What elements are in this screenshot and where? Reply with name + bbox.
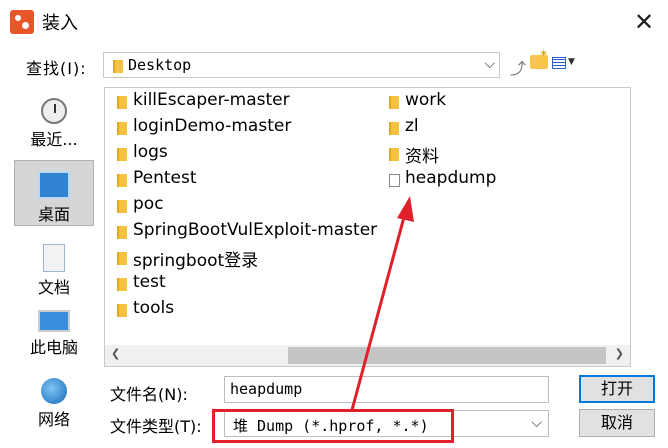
folder-icon bbox=[117, 200, 127, 213]
open-button[interactable]: 打开 bbox=[579, 375, 655, 403]
computer-icon bbox=[38, 310, 70, 332]
folder-icon bbox=[117, 252, 127, 265]
scroll-left-icon[interactable]: ❮ bbox=[111, 347, 120, 360]
documents-icon bbox=[43, 244, 65, 272]
place-documents[interactable]: 文档 bbox=[14, 244, 94, 300]
filetype-label: 文件类型(T): bbox=[110, 417, 202, 436]
close-icon[interactable]: ✕ bbox=[630, 8, 658, 36]
folder-icon bbox=[117, 304, 127, 317]
up-folder-icon[interactable]: ⤴ bbox=[510, 55, 526, 79]
file-icon bbox=[389, 174, 400, 187]
place-label: 文档 bbox=[37, 278, 70, 297]
folder-icon bbox=[117, 122, 127, 135]
lookin-dropdown[interactable]: Desktop ⌵ bbox=[103, 52, 500, 78]
folder-icon bbox=[117, 96, 127, 109]
clock-icon bbox=[41, 98, 67, 124]
place-this-pc[interactable]: 此电脑 bbox=[14, 310, 94, 366]
view-menu-arrow-icon[interactable]: ▼ bbox=[568, 57, 575, 67]
place-label: 网络 bbox=[37, 410, 70, 429]
folder-icon bbox=[389, 96, 399, 109]
place-label: 桌面 bbox=[37, 205, 70, 224]
scrollbar-thumb[interactable] bbox=[288, 347, 606, 364]
filename-label: 文件名(N): bbox=[110, 385, 188, 404]
lookin-value: Desktop bbox=[128, 56, 192, 74]
folder-icon bbox=[117, 226, 127, 239]
filename-input[interactable]: heapdump bbox=[224, 376, 549, 403]
lookin-label: 查找(I): bbox=[26, 59, 87, 78]
app-icon bbox=[10, 10, 34, 34]
new-folder-icon[interactable] bbox=[530, 47, 548, 69]
folder-icon bbox=[117, 148, 127, 161]
window-title: 装入 bbox=[42, 13, 78, 34]
folder-icon bbox=[117, 278, 127, 291]
folder-icon bbox=[113, 60, 123, 73]
chevron-down-icon: ⌵ bbox=[531, 415, 542, 431]
cancel-button[interactable]: 取消 bbox=[579, 409, 655, 437]
place-recent[interactable]: 最近... bbox=[14, 98, 94, 156]
scroll-right-icon[interactable]: ❯ bbox=[615, 347, 624, 360]
file-list[interactable]: killEscaper-master loginDemo-master logs… bbox=[104, 87, 631, 367]
view-menu-icon[interactable] bbox=[552, 57, 566, 69]
title-bar: 装入 ✕ bbox=[0, 0, 668, 45]
horizontal-scrollbar[interactable]: ❮ ❯ bbox=[105, 345, 630, 366]
chevron-down-icon: ⌵ bbox=[484, 56, 495, 72]
folder-icon bbox=[389, 148, 399, 161]
place-network[interactable]: 网络 bbox=[14, 378, 94, 434]
network-icon bbox=[41, 378, 67, 404]
folder-icon bbox=[117, 174, 127, 187]
places-bar: 最近... 桌面 文档 此电脑 网络 bbox=[0, 88, 104, 448]
place-label: 此电脑 bbox=[29, 338, 78, 357]
annotation-box bbox=[212, 409, 454, 443]
folder-icon bbox=[389, 122, 399, 135]
desktop-icon bbox=[38, 171, 70, 199]
place-label: 最近... bbox=[30, 130, 78, 149]
place-desktop[interactable]: 桌面 bbox=[14, 160, 94, 226]
